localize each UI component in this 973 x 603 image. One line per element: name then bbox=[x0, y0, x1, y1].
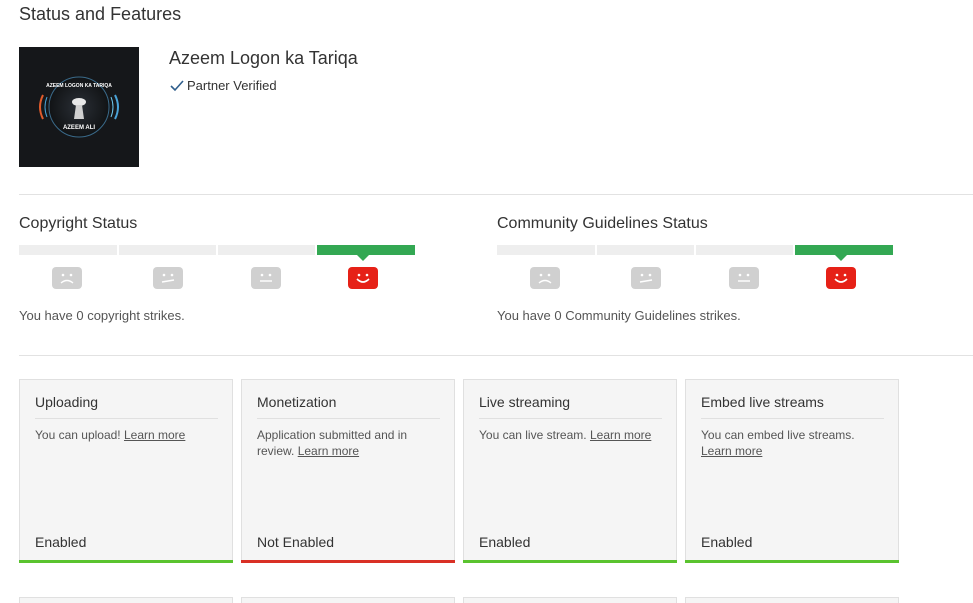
copyright-meter bbox=[19, 245, 416, 293]
divider bbox=[19, 355, 973, 356]
card-description: You can embed live streams. Learn more bbox=[701, 427, 884, 459]
card-description: You can live stream. Learn more bbox=[479, 427, 662, 443]
neutral-face-icon bbox=[251, 267, 281, 289]
meter-segment-active bbox=[795, 245, 893, 255]
channel-avatar: AZEEM ALI AZEEM LOGON KA TARIQA bbox=[19, 47, 139, 167]
card-state: Enabled bbox=[479, 534, 531, 550]
feature-card-monetization: Monetization Application submitted and i… bbox=[241, 379, 455, 563]
feature-card-partial bbox=[19, 597, 233, 603]
status-bar bbox=[241, 560, 455, 563]
card-description: You can upload! Learn more bbox=[35, 427, 218, 443]
sad-face-icon bbox=[530, 267, 560, 289]
neutral-face-icon bbox=[729, 267, 759, 289]
card-state: Enabled bbox=[35, 534, 87, 550]
community-message: You have 0 Community Guidelines strikes. bbox=[497, 308, 741, 323]
card-state: Not Enabled bbox=[257, 534, 335, 550]
partner-verified: Partner Verified bbox=[169, 78, 277, 93]
happy-face-icon bbox=[348, 267, 378, 289]
card-title: Live streaming bbox=[479, 394, 662, 419]
card-desc-text: You can embed live streams. bbox=[701, 428, 855, 442]
card-description: Application submitted and in review. Lea… bbox=[257, 427, 440, 459]
avatar-text-bottom: AZEEM ALI bbox=[63, 125, 95, 131]
page-title: Status and Features bbox=[19, 4, 182, 24]
unsure-face-icon bbox=[631, 267, 661, 289]
feature-card-partial bbox=[463, 597, 677, 603]
meter-segment bbox=[19, 245, 117, 255]
meter-segment bbox=[696, 245, 793, 255]
learn-more-link[interactable]: Learn more bbox=[590, 428, 651, 442]
feature-card-partial bbox=[241, 597, 455, 603]
meter-segment bbox=[597, 245, 694, 255]
feature-card-partial bbox=[685, 597, 899, 603]
divider bbox=[19, 194, 973, 195]
feature-card-embed-live-streams: Embed live streams You can embed live st… bbox=[685, 379, 899, 563]
card-desc-text: You can upload! bbox=[35, 428, 121, 442]
status-bar bbox=[19, 560, 233, 563]
check-icon bbox=[169, 79, 185, 93]
feature-card-live-streaming: Live streaming You can live stream. Lear… bbox=[463, 379, 677, 563]
feature-card-uploading: Uploading You can upload! Learn more Ena… bbox=[19, 379, 233, 563]
happy-face-icon bbox=[826, 267, 856, 289]
learn-more-link[interactable]: Learn more bbox=[701, 444, 762, 458]
meter-pointer bbox=[835, 255, 847, 261]
copyright-status-title: Copyright Status bbox=[19, 215, 138, 232]
card-state: Enabled bbox=[701, 534, 753, 550]
status-bar bbox=[685, 560, 899, 563]
unsure-face-icon bbox=[153, 267, 183, 289]
status-features-page: Status and Features AZEEM ALI AZEEM LOGO… bbox=[0, 0, 973, 603]
learn-more-link[interactable]: Learn more bbox=[124, 428, 185, 442]
meter-segment-active bbox=[317, 245, 415, 255]
card-title: Uploading bbox=[35, 394, 218, 419]
copyright-status: Copyright Status You have 0 copyright st… bbox=[19, 215, 419, 323]
community-status: Community Guidelines Status You have 0 C… bbox=[497, 215, 897, 323]
learn-more-link[interactable]: Learn more bbox=[298, 444, 359, 458]
meter-pointer bbox=[357, 255, 369, 261]
card-title: Monetization bbox=[257, 394, 440, 419]
copyright-message: You have 0 copyright strikes. bbox=[19, 308, 185, 323]
sad-face-icon bbox=[52, 267, 82, 289]
meter-segment bbox=[218, 245, 315, 255]
meter-segment bbox=[119, 245, 216, 255]
avatar-text-top: AZEEM LOGON KA TARIQA bbox=[46, 83, 112, 89]
channel-name[interactable]: Azeem Logon ka Tariqa bbox=[169, 48, 358, 69]
verified-label: Partner Verified bbox=[187, 78, 277, 93]
status-bar bbox=[463, 560, 677, 563]
community-status-title: Community Guidelines Status bbox=[497, 215, 708, 232]
card-title: Embed live streams bbox=[701, 394, 884, 419]
meter-segment bbox=[497, 245, 595, 255]
card-desc-text: You can live stream. bbox=[479, 428, 587, 442]
community-meter bbox=[497, 245, 894, 293]
